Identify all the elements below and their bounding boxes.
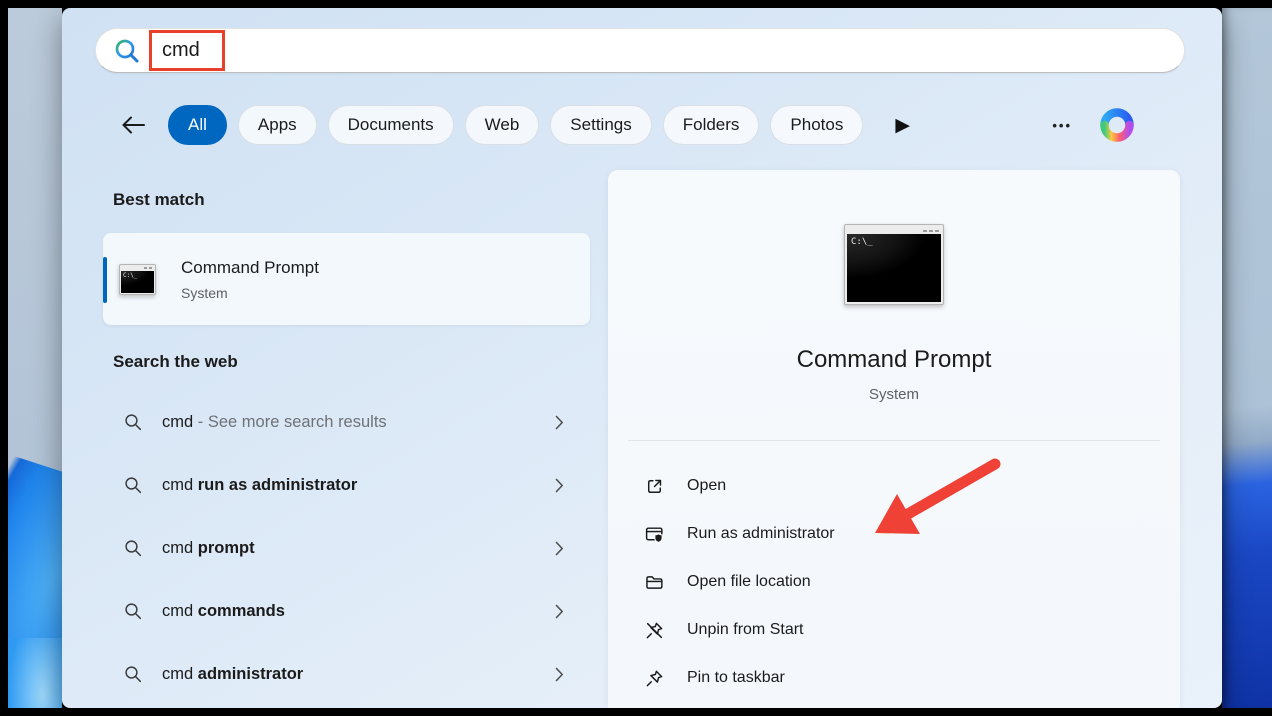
action-label: Open: [687, 477, 727, 494]
preview-title: Command Prompt: [796, 346, 992, 373]
action-open-file-location[interactable]: Open file location: [608, 558, 1180, 606]
wallpaper-bloom-highlight: [8, 638, 62, 708]
tab-photos[interactable]: Photos: [770, 105, 864, 145]
search-flyout-window: cmd All Apps Documents Web Settings Fold…: [62, 8, 1222, 708]
tab-web[interactable]: Web: [464, 105, 540, 145]
command-prompt-icon: C:\_: [119, 263, 156, 295]
tab-documents[interactable]: Documents: [327, 105, 454, 145]
preview-panel: C:\_ Command Prompt System Open Run as a…: [608, 170, 1180, 708]
search-web-heading: Search the web: [113, 352, 238, 371]
chevron-right-icon: [555, 667, 563, 681]
best-match-subtitle: System: [181, 284, 228, 301]
more-options-icon[interactable]: •••: [1052, 118, 1072, 133]
best-match-title: Command Prompt: [181, 257, 319, 277]
tab-folders[interactable]: Folders: [662, 105, 760, 145]
folder-icon: [646, 575, 663, 589]
command-prompt-icon-large: C:\_: [844, 224, 944, 305]
chevron-right-icon: [555, 604, 563, 618]
open-icon: [647, 479, 662, 493]
action-run-as-administrator[interactable]: Run as administrator: [608, 510, 1180, 558]
web-suggestions-list: cmd - See more search results cmd run as…: [103, 401, 590, 708]
suggestion-row[interactable]: cmd administrator: [103, 653, 590, 695]
wallpaper-right: [1222, 8, 1272, 708]
suggestion-text: cmd commands: [162, 601, 285, 620]
chevron-right-icon: [555, 415, 563, 429]
suggestion-row[interactable]: cmd - See more search results: [103, 401, 590, 443]
chevron-right-icon: [555, 478, 563, 492]
action-label: Run as administrator: [687, 525, 835, 542]
unpin-icon: [646, 622, 663, 638]
filter-bar-right: •••: [1052, 104, 1185, 146]
suggestion-text: cmd administrator: [162, 664, 304, 683]
action-label: Pin to taskbar: [687, 669, 785, 686]
action-unpin-from-start[interactable]: Unpin from Start: [608, 606, 1180, 654]
wallpaper-left: [8, 8, 62, 708]
preview-subtitle: System: [868, 386, 919, 403]
search-glyph-icon: [125, 602, 142, 619]
more-tabs-arrow-icon[interactable]: ▶: [895, 116, 910, 135]
copilot-icon[interactable]: [1096, 104, 1138, 146]
search-glyph-icon: [125, 413, 142, 430]
best-match-heading: Best match: [113, 190, 205, 209]
annotation-highlight-box: cmd: [149, 30, 225, 71]
suggestion-row[interactable]: cmd prompt: [103, 527, 590, 569]
filter-bar: All Apps Documents Web Settings Folders …: [95, 103, 1185, 147]
action-label: Unpin from Start: [687, 621, 804, 638]
action-label: Open file location: [687, 573, 811, 590]
tab-all[interactable]: All: [168, 105, 227, 145]
back-icon[interactable]: [120, 114, 146, 136]
search-glyph-icon: [125, 539, 142, 556]
suggestion-text: cmd prompt: [162, 538, 255, 557]
run-as-admin-icon: [645, 526, 663, 543]
suggestion-row[interactable]: cmd run as administrator: [103, 464, 590, 506]
action-open[interactable]: Open: [608, 462, 1180, 510]
suggestion-text: cmd - See more search results: [162, 412, 387, 431]
divider: [628, 440, 1160, 441]
tab-apps[interactable]: Apps: [237, 105, 317, 145]
action-list: Open Run as administrator Open file loca…: [608, 462, 1180, 702]
search-input[interactable]: cmd: [95, 28, 1185, 73]
suggestion-text: cmd run as administrator: [162, 475, 358, 494]
selection-accent-bar: [103, 257, 107, 303]
chevron-right-icon: [555, 541, 563, 555]
search-query-text: cmd: [162, 39, 200, 61]
suggestion-row[interactable]: cmd commands: [103, 590, 590, 632]
desktop: cmd All Apps Documents Web Settings Fold…: [0, 0, 1272, 716]
action-pin-to-taskbar[interactable]: Pin to taskbar: [608, 654, 1180, 702]
filter-tabs: All Apps Documents Web Settings Folders …: [168, 105, 864, 145]
search-glyph-icon: [125, 665, 142, 682]
best-match-text: Command Prompt System: [181, 258, 319, 301]
pin-icon: [646, 670, 663, 686]
best-match-item[interactable]: C:\_ Command Prompt System: [103, 233, 590, 325]
search-glyph-icon: [125, 476, 142, 493]
tab-settings[interactable]: Settings: [550, 105, 652, 145]
search-icon: [115, 39, 139, 62]
